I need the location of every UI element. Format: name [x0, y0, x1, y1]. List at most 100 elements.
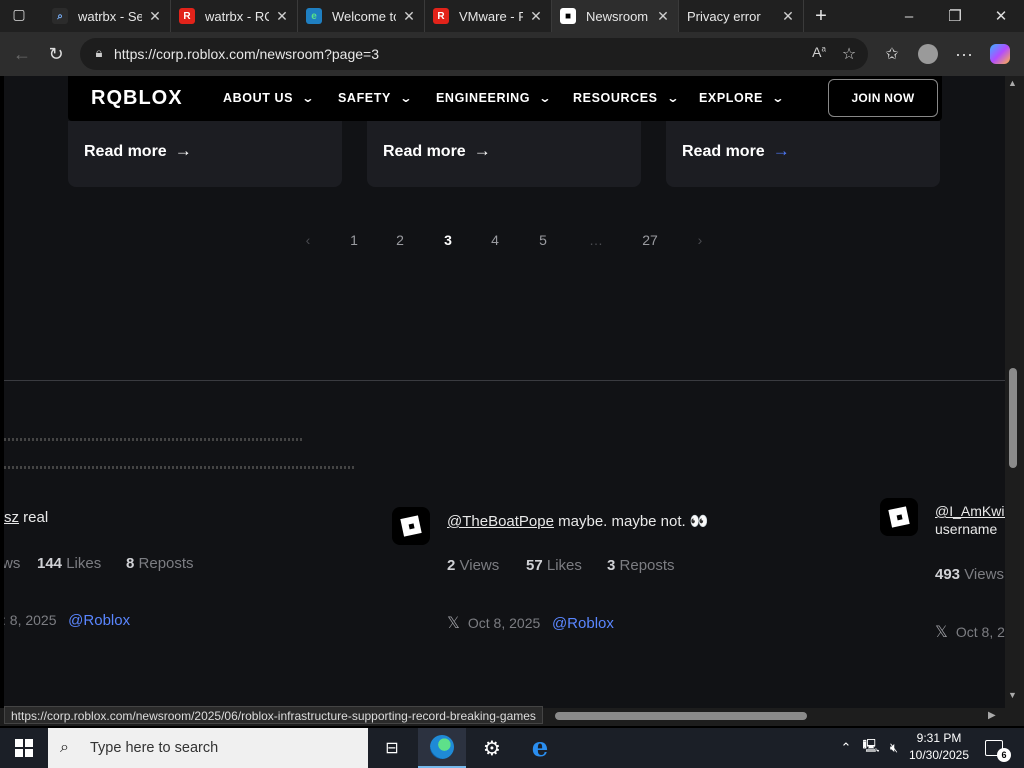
- read-more-link[interactable]: Read more →: [383, 141, 491, 161]
- close-tab-icon[interactable]: ✕: [148, 8, 162, 25]
- pagination-ellipsis: …: [589, 232, 603, 248]
- tray-chevron-up-icon[interactable]: ⌃: [836, 728, 856, 768]
- more-menu-icon[interactable]: ···: [950, 42, 978, 66]
- minimize-button[interactable]: –: [886, 0, 932, 32]
- address-bar[interactable]: 🔒︎ https://corp.roblox.com/newsroom?page…: [80, 38, 868, 70]
- browser-tab[interactable]: ⌕ watrbx - Sea ✕: [44, 0, 171, 32]
- notification-center-icon[interactable]: 6: [980, 728, 1011, 768]
- nav-resources[interactable]: RESOURCES ⌄: [573, 91, 679, 105]
- mention-link[interactable]: @TheBoatPope: [447, 513, 554, 530]
- close-tab-icon[interactable]: ✕: [529, 8, 543, 25]
- chevron-down-icon: ⌄: [771, 91, 786, 105]
- tab-title: Privacy error: [687, 8, 761, 24]
- post-views: ws: [4, 555, 21, 572]
- restore-button[interactable]: ❐: [932, 0, 978, 32]
- post-likes: 57 Likes: [526, 557, 582, 574]
- internet-explorer-icon[interactable]: e: [516, 728, 564, 768]
- settings-gear-icon[interactable]: ⚙: [468, 728, 516, 768]
- roblox-handle-link[interactable]: @Roblox: [68, 612, 130, 629]
- tab-actions-icon[interactable]: ▢: [8, 6, 30, 26]
- page-4-link[interactable]: 4: [483, 232, 507, 248]
- profile-avatar[interactable]: [914, 42, 942, 66]
- browser-tab[interactable]: Privacy error ✕: [679, 0, 804, 32]
- arrow-right-icon: →: [174, 141, 192, 160]
- browser-tab[interactable]: ■ Newsroom | ✕: [552, 0, 679, 32]
- taskbar-search-box[interactable]: ⌕ Type here to search: [48, 728, 368, 768]
- scroll-right-icon[interactable]: ▶: [988, 710, 996, 721]
- post-views: 493 Viewѕ: [935, 566, 1004, 583]
- news-card[interactable]: Read more →: [367, 121, 641, 187]
- tab-title: watrbx - ROB: [205, 8, 269, 24]
- next-page-button[interactable]: ›: [688, 232, 712, 248]
- read-more-link[interactable]: Read more →: [84, 141, 192, 161]
- nav-explore[interactable]: EXPLORE ⌄: [699, 91, 784, 105]
- page-2-link[interactable]: 2: [388, 232, 412, 248]
- mention-link[interactable]: @I_AmKwis: [935, 503, 1005, 519]
- edge-taskbar-icon[interactable]: [418, 728, 466, 768]
- close-tab-icon[interactable]: ✕: [781, 8, 795, 25]
- roblox-handle-link[interactable]: @Roblox: [552, 615, 614, 632]
- post-text: sz real: [4, 509, 49, 526]
- back-button[interactable]: ←: [8, 42, 36, 66]
- roblox-avatar[interactable]: [392, 507, 430, 545]
- favorite-star-icon[interactable]: ☆: [838, 44, 860, 64]
- page-5-link[interactable]: 5: [531, 232, 555, 248]
- scroll-down-icon[interactable]: ▼: [1008, 690, 1017, 700]
- site-navbar: RQBLOX ABOUT US ⌄ SAFETY ⌄ ENGINEERING ⌄ RE…: [68, 76, 942, 121]
- close-tab-icon[interactable]: ✕: [275, 8, 289, 25]
- news-card[interactable]: Read more →: [666, 121, 940, 187]
- page-27-link[interactable]: 27: [638, 232, 662, 248]
- read-more-link[interactable]: Read more →: [682, 141, 790, 161]
- post-text: @TheBoatPope maybe. maybe not. 👀: [447, 513, 709, 530]
- search-icon: ⌕: [60, 739, 69, 756]
- browser-tab[interactable]: e Welcome to ✕: [298, 0, 425, 32]
- clock-time: 9:31 PM: [916, 731, 962, 745]
- notification-count-badge: 6: [997, 748, 1011, 762]
- browser-tab[interactable]: R VMware - Ro ✕: [425, 0, 552, 32]
- nav-engineering[interactable]: ENGINEERING ⌄: [436, 91, 552, 105]
- screen: ▢ ⌕ watrbx - Sea ✕ Rwatrbx - ROB ✕ e Welcome t…: [0, 0, 1024, 768]
- search-favicon-icon: ⌕: [52, 8, 68, 24]
- close-tab-icon[interactable]: ✕: [402, 8, 416, 25]
- page-1-link[interactable]: 1: [342, 232, 366, 248]
- prev-page-button[interactable]: ‹: [296, 232, 320, 248]
- section-divider: [4, 380, 1005, 381]
- copilot-icon[interactable]: [986, 42, 1014, 66]
- browser-tab[interactable]: Rwatrbx - ROB ✕: [171, 0, 298, 32]
- edge-favicon-icon: e: [306, 8, 322, 24]
- tab-title: VMware - Ro: [459, 8, 523, 24]
- page-3-current[interactable]: 3: [436, 232, 460, 248]
- address-url[interactable]: https://corp.roblox.com/newsroom?page=3: [114, 46, 379, 62]
- close-window-button[interactable]: ✕: [978, 0, 1024, 32]
- vertical-scrollbar[interactable]: ▲ ▼: [1005, 76, 1024, 708]
- x-logo-icon[interactable]: 𝕏: [447, 615, 460, 632]
- search-placeholder[interactable]: Type here to search: [90, 740, 218, 756]
- network-icon[interactable]: 🖳︎: [860, 728, 882, 768]
- roblox-avatar[interactable]: [880, 498, 918, 536]
- tab-title: Welcome to: [332, 8, 396, 24]
- refresh-button[interactable]: ↻: [42, 42, 70, 66]
- scroll-up-icon[interactable]: ▲: [1008, 78, 1017, 88]
- x-logo-icon[interactable]: 𝕏: [935, 624, 948, 641]
- join-now-button[interactable]: JOIN NOW: [828, 79, 938, 117]
- favorites-icon[interactable]: ✩: [878, 42, 906, 66]
- nav-safety[interactable]: SAFETY ⌄: [338, 91, 412, 105]
- roblox-favicon-icon: R: [179, 8, 195, 24]
- roblox-logo[interactable]: RQBLOX: [91, 87, 183, 110]
- clock-date: 10/30/2025: [908, 748, 970, 762]
- taskbar-clock[interactable]: 9:31 PM 10/30/2025: [906, 730, 972, 764]
- vertical-scroll-thumb[interactable]: [1009, 368, 1017, 468]
- task-view-icon[interactable]: ⊟: [368, 728, 416, 768]
- horizontal-scroll-thumb[interactable]: [555, 712, 807, 720]
- close-tab-icon[interactable]: ✕: [656, 8, 670, 25]
- lock-icon[interactable]: 🔒︎: [90, 45, 108, 63]
- volume-muted-icon[interactable]: 🔇︎: [884, 728, 904, 768]
- read-aloud-icon[interactable]: Aa: [808, 44, 830, 64]
- new-tab-button[interactable]: +: [804, 0, 838, 32]
- start-button[interactable]: [0, 728, 48, 768]
- post-meta: 𝕏 Oct 8, 2025 @Roblox: [447, 615, 614, 632]
- post-likes: 144 Likes: [37, 555, 102, 572]
- nav-about-us[interactable]: ABOUT US ⌄: [223, 91, 315, 105]
- scrollbar-corner: [1005, 708, 1024, 726]
- news-card[interactable]: Read more →: [68, 121, 342, 187]
